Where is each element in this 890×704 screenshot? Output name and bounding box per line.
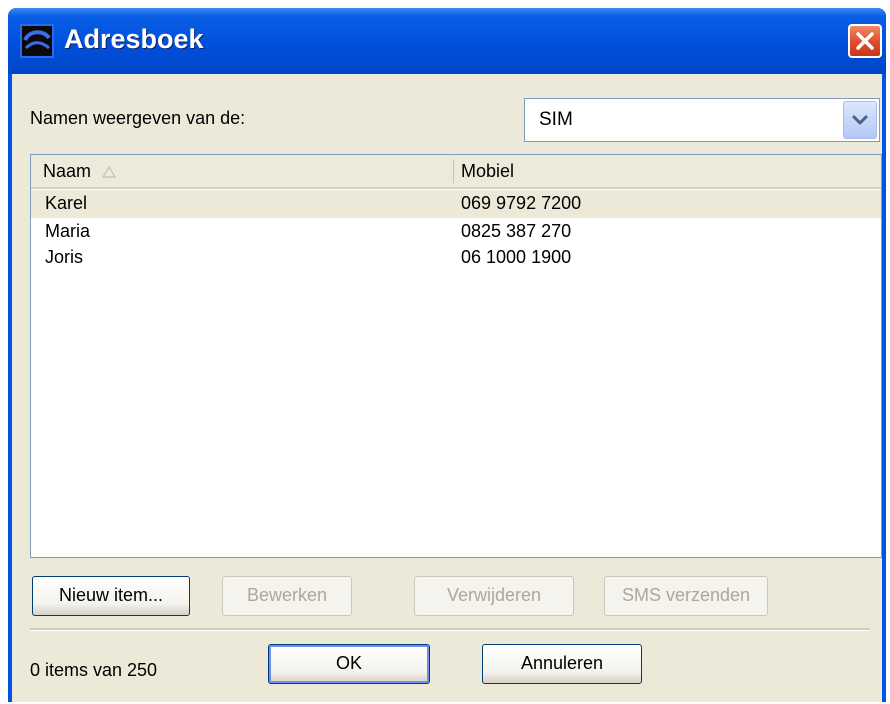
send-sms-button[interactable]: SMS verzenden — [604, 576, 768, 616]
new-item-button[interactable]: Nieuw item... — [32, 576, 190, 616]
column-header-mobiel[interactable]: Mobiel — [461, 155, 514, 187]
filter-label: Namen weergeven van de: — [30, 108, 246, 128]
column-header-naam[interactable]: Naam — [43, 155, 117, 188]
sort-ascending-icon — [101, 156, 117, 188]
edit-button[interactable]: Bewerken — [222, 576, 352, 616]
dialog-body: Namen weergeven van de: SIM Naam Mobiel … — [12, 74, 882, 702]
contacts-list[interactable]: Naam Mobiel Karel 069 9792 7200 Maria 08… — [30, 154, 882, 558]
cancel-button[interactable]: Annuleren — [482, 644, 642, 684]
list-item[interactable]: Maria 0825 387 270 — [31, 218, 881, 246]
app-icon — [20, 24, 54, 58]
chevron-down-icon — [852, 115, 868, 125]
contact-name: Joris — [45, 247, 84, 267]
title-bar[interactable]: Adresboek — [8, 8, 886, 74]
dropdown-arrow-button[interactable] — [843, 101, 877, 139]
delete-button[interactable]: Verwijderen — [414, 576, 574, 616]
window-title: Adresboek — [64, 24, 204, 54]
column-separator[interactable] — [453, 159, 454, 183]
list-header: Naam Mobiel — [31, 155, 881, 189]
source-dropdown-value: SIM — [539, 109, 573, 130]
contact-name: Karel — [45, 193, 88, 213]
item-count-status: 0 items van 250 — [30, 660, 158, 680]
address-book-dialog: Adresboek Namen weergeven van de: SIM Na… — [8, 8, 886, 702]
contact-mobile: 069 9792 7200 — [461, 193, 582, 213]
close-icon — [856, 32, 874, 50]
divider — [30, 628, 870, 631]
ok-button[interactable]: OK — [268, 644, 430, 684]
contact-name: Maria — [45, 221, 91, 241]
column-header-naam-label: Naam — [43, 161, 92, 181]
source-dropdown[interactable]: SIM — [524, 98, 880, 142]
contact-mobile: 0825 387 270 — [461, 221, 572, 241]
list-item[interactable]: Karel 069 9792 7200 — [31, 190, 881, 218]
list-item[interactable]: Joris 06 1000 1900 — [31, 244, 881, 272]
column-header-mobiel-label: Mobiel — [461, 161, 515, 181]
contact-mobile: 06 1000 1900 — [461, 247, 572, 267]
close-button[interactable] — [848, 24, 882, 58]
